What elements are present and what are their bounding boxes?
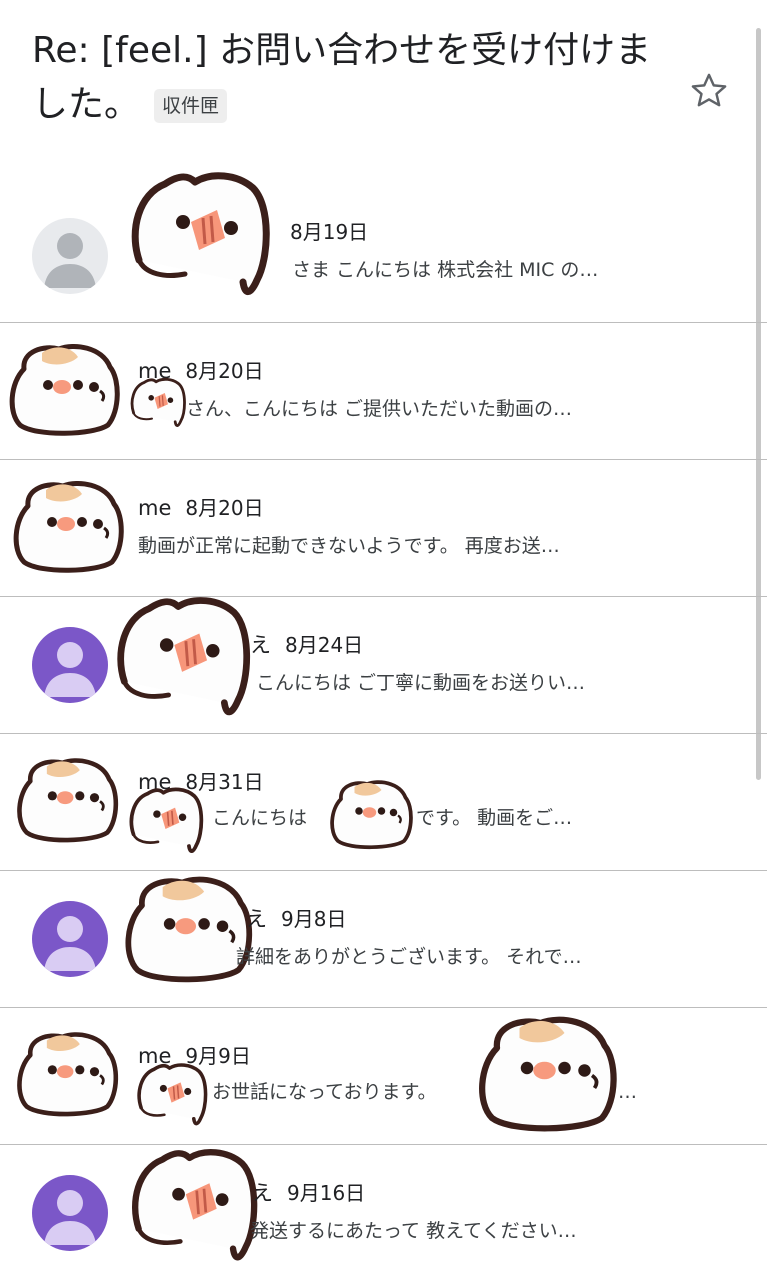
message-snippet: お世話になっております。 xyxy=(212,1081,437,1103)
message-meta: え 9月8日 xyxy=(246,905,346,933)
message-snippet: 発送するにあたって 教えてください… xyxy=(250,1220,577,1242)
message-date: 9月16日 xyxy=(287,1181,366,1205)
message-date: 8月19日 xyxy=(290,220,369,244)
message-snippet: 詳細をありがとうございます。 それで… xyxy=(236,946,582,968)
message-row[interactable]: え 8月24日 こんにちは ご丁寧に動画をお送りい… xyxy=(0,597,767,734)
person-icon xyxy=(32,1175,108,1251)
avatar xyxy=(32,1175,108,1251)
message-row[interactable]: え 9月8日 詳細をありがとうございます。 それで… xyxy=(0,871,767,1008)
message-snippet-continued: です。 動画をご… xyxy=(416,807,573,829)
message-meta: え 8月24日 xyxy=(250,631,363,659)
message-meta: 8月19日 xyxy=(290,218,368,246)
panda-sticker xyxy=(134,1062,210,1128)
message-row[interactable]: me 8月31日 こんにちは です。 動画をご… xyxy=(0,734,767,871)
panda-sticker xyxy=(128,377,188,429)
panda-sticker xyxy=(124,1147,264,1265)
message-sender: え xyxy=(246,907,267,931)
cat-sticker xyxy=(4,339,124,439)
message-row[interactable]: me 8月20日 さん、こんにちは ご提供いただいた動画の… xyxy=(0,323,767,460)
star-icon[interactable] xyxy=(688,70,730,112)
message-date: 9月8日 xyxy=(281,907,347,931)
message-snippet-continued: … xyxy=(618,1081,637,1103)
email-header: Re: [feel.] お問い合わせを受け付けました。 収件匣 xyxy=(32,24,672,132)
panda-sticker xyxy=(108,595,258,720)
message-date: 8月20日 xyxy=(185,359,264,383)
message-date: 8月24日 xyxy=(285,633,364,657)
message-list: 8月19日 さま こんにちは 株式会社 MIC の… me 8月20日 さん、こん… xyxy=(0,186,767,1282)
cat-sticker xyxy=(8,476,128,576)
message-row[interactable]: え 9月16日 発送するにあたって 教えてください… xyxy=(0,1145,767,1282)
cat-sticker xyxy=(326,774,416,854)
message-sender: me xyxy=(138,496,172,520)
message-snippet: こんにちは ご丁寧に動画をお送りい… xyxy=(256,672,586,694)
cat-sticker xyxy=(12,752,122,847)
message-snippet: 動画が正常に起動できないようです。 再度お送… xyxy=(138,535,560,557)
avatar xyxy=(32,627,108,703)
avatar xyxy=(32,901,108,977)
person-icon xyxy=(32,627,108,703)
message-sender: え xyxy=(252,1181,273,1205)
cat-sticker xyxy=(472,1008,622,1138)
person-icon xyxy=(32,218,108,294)
cat-sticker xyxy=(12,1026,122,1121)
message-meta: me 8月20日 xyxy=(138,494,264,522)
inbox-label-chip[interactable]: 収件匣 xyxy=(154,88,228,123)
cat-sticker xyxy=(120,170,280,300)
message-date: 8月20日 xyxy=(185,496,264,520)
message-row[interactable]: 8月19日 さま こんにちは 株式会社 MIC の… xyxy=(0,186,767,323)
person-icon xyxy=(32,901,108,977)
panda-sticker xyxy=(126,786,206,856)
email-subject: Re: [feel.] お問い合わせを受け付けました。 xyxy=(32,30,652,125)
message-snippet: さま こんにちは 株式会社 MIC の… xyxy=(292,259,599,281)
message-snippet: さん、こんにちは ご提供いただいた動画の… xyxy=(186,398,573,420)
message-snippet: こんにちは xyxy=(212,807,308,829)
message-row[interactable]: me 8月20日 動画が正常に起動できないようです。 再度お送… xyxy=(0,460,767,597)
avatar xyxy=(32,218,108,294)
message-meta: え 9月16日 xyxy=(252,1179,365,1207)
message-row[interactable]: me 9月9日 お世話になっております。 … xyxy=(0,1008,767,1145)
message-sender: え xyxy=(250,633,271,657)
